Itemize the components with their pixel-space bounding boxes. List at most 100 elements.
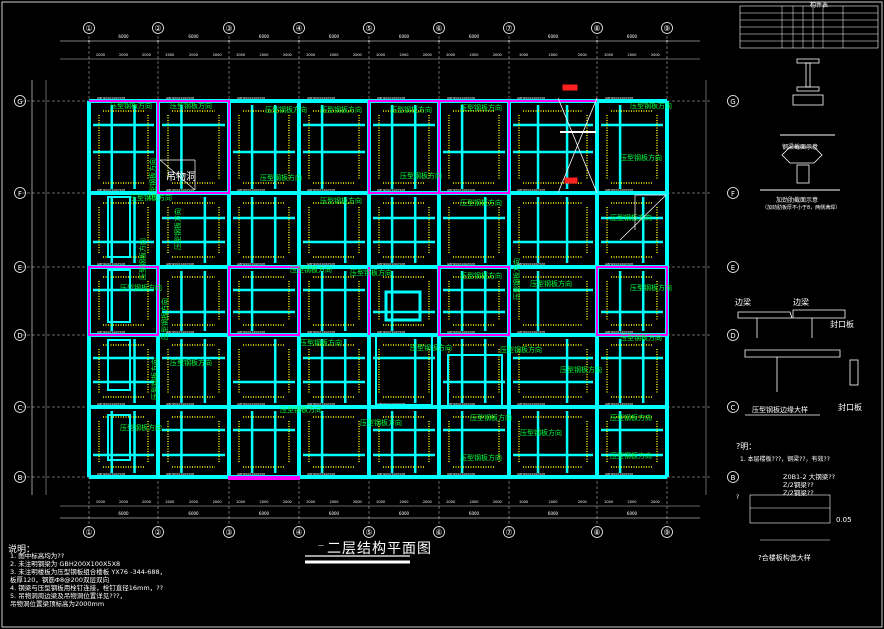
legend-marker: ? [736, 494, 739, 501]
beam-tag: GBH200X100X5X8 [517, 472, 545, 476]
beam-tag: GBH200X100X5X8 [237, 330, 265, 334]
grid-label-right: E [731, 264, 735, 272]
dim-text: 2000 [119, 500, 128, 504]
note-line: 2. 未注明钢梁为 GBH200X100X5X8 [10, 560, 121, 568]
beam-tag: GBH200X100X5X8 [517, 262, 545, 266]
slab-direction-label: 压型钢板方向 [170, 101, 212, 110]
grid-label-right: B [731, 474, 736, 482]
dim-text: 2000 [96, 53, 105, 57]
frame-bay [438, 100, 510, 194]
right-notes-heading: ?明： [736, 442, 757, 451]
dim-text: 2000 [236, 53, 245, 57]
dim-text: 2000 [142, 500, 151, 504]
grid-label-top: ① [85, 24, 92, 33]
dim-text: 2000 [400, 53, 409, 57]
grid-label-bottom: ① [85, 528, 92, 537]
dim-text: 2000 [423, 500, 432, 504]
beam-tag: GBH200X100X5X8 [517, 402, 545, 406]
slab-direction-label: 压型钢板方向 [560, 365, 602, 374]
dim-text: 6000 [118, 34, 129, 39]
grid-label-left: G [17, 98, 22, 106]
slab-direction-label: 压型钢板方向 [620, 153, 662, 162]
dim-text: 2000 [446, 500, 455, 504]
dim-text: 6000 [548, 34, 559, 39]
beam-tag: GBH200X100X5X8 [605, 188, 633, 192]
beam-tag: GBH200X100X5X8 [237, 96, 265, 100]
beam-tag: GBH200X100X5X8 [307, 472, 335, 476]
dim-text: 2000 [400, 500, 409, 504]
dim-text: 2000 [376, 500, 385, 504]
slab-direction-label: 压型钢板方向 [320, 105, 362, 114]
structural-plan-canvas: ① ① ② ② ③ ③ ④ ④ ⑤ ⑤ ⑥ ⑥ ⑦ ⑦ ⑧ ⑧ ⑨ ⑨ G G F F E E D D C C B B 6000 6000 20… [1, 1, 883, 628]
legend-elevation: 0.05 [836, 516, 852, 524]
beam-tag: GBH200X100X5X8 [166, 188, 194, 192]
slab-direction-label: 压型钢板方向 [300, 338, 342, 347]
beam-tag: GBH200X100X5X8 [307, 402, 335, 406]
note-line: 1. 图中标高均为?? [10, 552, 65, 560]
dim-text: 6000 [548, 511, 559, 516]
grid-label-top: ⑥ [435, 24, 442, 33]
dim-text: 2000 [423, 53, 432, 57]
slab-direction-label: 压型钢板方向 [460, 198, 502, 207]
grid-label-right: C [731, 404, 736, 412]
slab-direction-label: 压型钢板方向 [620, 333, 662, 342]
slab-direction-label: 压型钢板方向 [120, 423, 162, 432]
dim-text: 6000 [259, 34, 270, 39]
drawing-title-prefix: 一 [318, 543, 325, 550]
beam-tag: GBH200X100X5X8 [166, 96, 194, 100]
beam-tag: GBH200X100X5X8 [605, 262, 633, 266]
detail-stiffener-subcaption: （加劲肋板厚不小于8，两侧满焊） [762, 205, 841, 211]
grid-label-top: ② [154, 24, 161, 33]
grid-label-bottom: ② [154, 528, 161, 537]
legend-item-3: Z/2钢梁?? [783, 489, 814, 497]
slab-direction-label: 压型钢板方向 [610, 451, 652, 460]
dim-text: 2000 [189, 53, 198, 57]
note-line: 吊物洞位置梁顶标高为2000mm [10, 600, 105, 608]
beam-tag: GBH200X100X5X8 [377, 262, 405, 266]
detail-stiffener-caption: 加劲肋截面示意 [776, 197, 819, 204]
dim-text: 2000 [628, 500, 637, 504]
dim-text: 2000 [651, 53, 660, 57]
dim-text: 2000 [306, 53, 315, 57]
beam-tag: GBH200X100X5X8 [166, 330, 194, 334]
slab-direction-label: 压型钢板方向 [170, 358, 212, 367]
slab-edge-sketch [792, 309, 846, 319]
grid-label-top: ⑤ [365, 24, 372, 33]
grid-label-right: D [730, 332, 735, 340]
slab-direction-label-v: 压型钢板方向 [148, 158, 157, 200]
section-label-edge-beam-1: 边梁 [735, 298, 751, 307]
right-notes-line: 1. 本层楼板???，钢梁??，有效?? [740, 456, 830, 463]
dim-text: 2000 [446, 53, 455, 57]
slab-direction-label: 压型钢板方向 [530, 279, 572, 288]
grid-label-bottom: ③ [225, 528, 232, 537]
beam-tag: GBH200X100X5X8 [237, 402, 265, 406]
dim-text: 2000 [330, 53, 339, 57]
slab-direction-label: 压型钢板方向 [110, 101, 152, 110]
grid-label-top: ⑨ [663, 24, 670, 33]
grid-label-bottom: ⑧ [593, 528, 600, 537]
beam-tag: GBH200X100X5X8 [517, 96, 545, 100]
dim-text: 2000 [578, 53, 587, 57]
grid-label-top: ⑧ [593, 24, 600, 33]
beam-tag: GBH200X100X5X8 [166, 262, 194, 266]
red-marker [564, 177, 578, 184]
dim-text: 6000 [469, 34, 480, 39]
dim-text: 6000 [627, 34, 638, 39]
dim-text: 2000 [470, 53, 479, 57]
stair-hole-label: 吊物洞 [166, 172, 196, 183]
dim-text: 2000 [236, 500, 245, 504]
beam-tag: GBH200X100X5X8 [447, 330, 475, 334]
beam-tag: GBH200X100X5X8 [447, 472, 475, 476]
dim-text: 2000 [260, 53, 269, 57]
dim-text: 6000 [469, 511, 480, 516]
dim-text: 2000 [493, 53, 502, 57]
slab-edge-sketch [744, 349, 841, 358]
slab-direction-label: 压型钢板方向 [500, 345, 542, 354]
dim-text: 6000 [329, 511, 340, 516]
beam-tag: GBH200X100X5X8 [97, 402, 125, 406]
h-beam-flange [796, 58, 820, 64]
slab-direction-label-v: 压型钢板方向 [150, 358, 159, 400]
grid-label-top: ④ [295, 24, 302, 33]
composite-slab-detail [749, 494, 831, 524]
beam-tag: GBH200X100X5X8 [377, 188, 405, 192]
